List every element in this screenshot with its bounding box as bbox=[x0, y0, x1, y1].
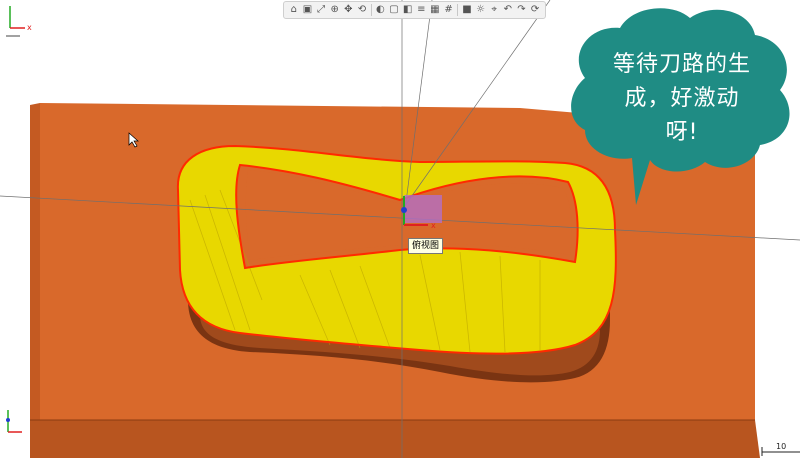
top-left-axis-icon bbox=[6, 6, 25, 37]
display-icon[interactable]: ▦ bbox=[429, 3, 441, 17]
axis-x-label: x bbox=[27, 23, 32, 32]
scale-label: 10 bbox=[776, 442, 787, 451]
redo-view-icon[interactable]: ↷ bbox=[516, 3, 528, 17]
toolbar-separator bbox=[457, 4, 459, 16]
shade-icon[interactable]: ◐ bbox=[375, 3, 387, 17]
fit-icon[interactable]: ⤢ bbox=[315, 3, 327, 17]
callout-line-1: 等待刀路的生 bbox=[612, 52, 751, 77]
cad-viewport[interactable]: ⌂ ▣ ⤢ ⊕ ✥ ⟲ ◐ ▢ ◧ ≡ ▦ # ■ ☼ ⌖ ↶ ↷ ⟳ x x 俯视图 等待刀路的生 成，好激动 … bbox=[0, 0, 800, 458]
refresh-icon[interactable]: ⟳ bbox=[529, 3, 541, 17]
wire-icon[interactable]: ▢ bbox=[388, 3, 400, 17]
measure-icon[interactable]: ⌖ bbox=[488, 3, 500, 17]
color-icon[interactable]: ■ bbox=[461, 3, 473, 17]
zoom-icon[interactable]: ⊕ bbox=[329, 3, 341, 17]
layer-icon[interactable]: ≡ bbox=[415, 3, 427, 17]
toolbar-separator bbox=[370, 4, 372, 16]
world-axis-icon bbox=[6, 410, 22, 433]
pan-icon[interactable]: ✥ bbox=[343, 3, 355, 17]
light-icon[interactable]: ☼ bbox=[475, 3, 487, 17]
center-axis-x-label: x bbox=[431, 221, 436, 230]
callout-line-3: 呀! bbox=[665, 120, 699, 145]
home-icon[interactable]: ⌂ bbox=[288, 3, 300, 17]
undo-view-icon[interactable]: ↶ bbox=[502, 3, 514, 17]
rotate-icon[interactable]: ⟲ bbox=[356, 3, 368, 17]
grid-icon[interactable]: # bbox=[443, 3, 455, 17]
view-toolbar: ⌂ ▣ ⤢ ⊕ ✥ ⟲ ◐ ▢ ◧ ≡ ▦ # ■ ☼ ⌖ ↶ ↷ ⟳ bbox=[283, 1, 546, 19]
view-plane-marker bbox=[404, 195, 442, 223]
view-tooltip: 俯视图 bbox=[408, 238, 444, 254]
view-icon[interactable]: ▣ bbox=[302, 3, 314, 17]
callout-line-2: 成，好激动 bbox=[624, 86, 740, 111]
section-icon[interactable]: ◧ bbox=[402, 3, 414, 17]
callout-text: 等待刀路的生 成，好激动 呀! bbox=[598, 48, 766, 150]
